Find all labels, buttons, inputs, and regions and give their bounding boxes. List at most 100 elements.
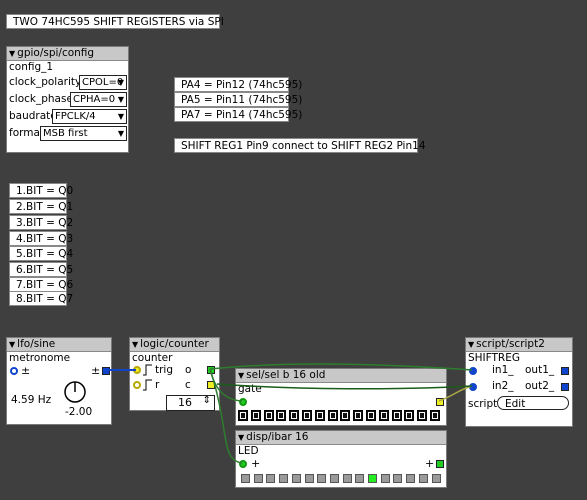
clock-phase-select[interactable]: CPHA=0 ▼ [70, 92, 127, 107]
sel-cell[interactable] [430, 410, 440, 421]
collapse-triangle-icon[interactable]: ▼ [132, 340, 138, 349]
out1-outlet[interactable] [561, 367, 569, 375]
in1-inlet[interactable] [469, 367, 477, 375]
led-cell [304, 474, 314, 483]
count-outlet[interactable] [207, 366, 215, 374]
collapse-triangle-icon[interactable]: ▼ [9, 49, 15, 58]
object-header[interactable]: ▼ logic/counter [130, 338, 219, 352]
max-count-spinbox[interactable]: 16 ⇕ [166, 395, 215, 411]
object-type-label: gpio/spi/config [17, 47, 95, 59]
wave-outlet[interactable] [102, 367, 110, 375]
spin-arrows-icon[interactable]: ⇕ [203, 395, 211, 406]
outlet-label: out2_ [525, 380, 555, 392]
led-cell [368, 474, 377, 483]
sel-cell[interactable] [378, 410, 389, 421]
outlet-label: out1_ [525, 364, 555, 376]
pitch-inlet[interactable] [10, 367, 18, 375]
object-type-label: disp/ibar 16 [246, 431, 309, 443]
led-cell [380, 474, 390, 483]
spinbox-value: 16 [178, 396, 192, 409]
sel-cell[interactable] [289, 410, 300, 421]
led-cell [342, 474, 352, 483]
spi-config-object[interactable]: ▼ gpio/spi/config config_1 clock_polarity… [6, 46, 129, 153]
sel-cell[interactable] [366, 410, 376, 421]
led-cell [266, 474, 276, 483]
collapse-triangle-icon[interactable]: ▼ [9, 340, 15, 349]
instance-name[interactable]: gate [236, 383, 446, 396]
sel-cell[interactable] [238, 410, 248, 421]
bit-note: 7.BIT = Q6 [9, 277, 73, 292]
trigger-edge-icon [143, 364, 152, 376]
disp-inlet[interactable] [239, 460, 247, 468]
sel-cell[interactable] [327, 410, 338, 421]
patch-title: TWO 74HC595 SHIFT REGISTERS via SPI [6, 14, 224, 29]
sel-cell[interactable] [417, 410, 428, 421]
logic-counter-object[interactable]: ▼ logic/counter counter trig r o c 16 ⇕ [129, 337, 220, 411]
object-header[interactable]: ▼ lfo/sine [7, 338, 111, 352]
sel-inlet[interactable] [239, 398, 247, 406]
led-cell [418, 474, 428, 483]
bit-note: 4.BIT = Q3 [9, 231, 73, 246]
trig-inlet[interactable] [133, 366, 141, 374]
sel-cell[interactable] [250, 410, 261, 421]
object-header[interactable]: ▼ disp/ibar 16 [236, 431, 446, 445]
bit-note: 6.BIT = Q5 [9, 262, 73, 277]
clock-polarity-select[interactable]: CPOL=0 ▼ [79, 75, 127, 90]
sel-cell[interactable] [353, 410, 364, 421]
dropdown-arrow-icon: ▼ [117, 112, 124, 121]
sel-cell[interactable] [404, 410, 415, 421]
object-header[interactable]: ▼ sel/sel b 16 old [236, 369, 446, 383]
select-value: CPHA=0 [73, 94, 116, 105]
collapse-triangle-icon[interactable]: ▼ [468, 340, 474, 349]
out2-outlet[interactable] [561, 383, 569, 391]
pitch-knob[interactable] [62, 379, 88, 405]
in2-inlet[interactable] [469, 383, 477, 391]
edit-script-button[interactable]: Edit [497, 396, 569, 410]
outlet-symbol: ± [91, 364, 101, 377]
format-select[interactable]: MSB first ▼ [40, 126, 127, 141]
dropdown-arrow-icon: ▼ [117, 78, 124, 87]
lfo-sine-object[interactable]: ▼ lfo/sine metronome ± ± 4.59 Hz -2.00 [6, 337, 112, 425]
outlet-label: o [185, 364, 192, 376]
dropdown-arrow-icon: ▼ [117, 95, 124, 104]
carry-outlet[interactable] [207, 381, 215, 389]
sel-cell[interactable] [302, 410, 312, 421]
led-cell [241, 474, 250, 483]
object-header[interactable]: ▼ gpio/spi/config [7, 47, 128, 61]
sel-cell[interactable] [340, 410, 351, 421]
inlet-label: in2_ [492, 380, 514, 392]
dropdown-arrow-icon: ▼ [117, 129, 124, 138]
sel-b16-object[interactable]: ▼ sel/sel b 16 old gate [235, 368, 447, 426]
object-header[interactable]: ▼ script/script2 [466, 338, 572, 352]
disp-ibar-object[interactable]: ▼ disp/ibar 16 LED + + [235, 430, 447, 488]
script2-object[interactable]: ▼ script/script2 SHIFTREG in1_ out1_ in2_… [465, 337, 573, 427]
param-label: baudrate [9, 110, 57, 122]
instance-name[interactable]: SHIFTREG [466, 352, 572, 365]
led-cell [291, 474, 301, 483]
inlet-symbol: ± [21, 364, 31, 377]
sel-cell[interactable] [263, 410, 274, 421]
inlet-symbol: + [251, 457, 261, 470]
reset-inlet[interactable] [133, 381, 141, 389]
disp-outlet[interactable] [436, 460, 444, 468]
collapse-triangle-icon[interactable]: ▼ [238, 433, 244, 442]
collapse-triangle-icon[interactable]: ▼ [238, 371, 244, 380]
instance-name[interactable]: LED [236, 445, 446, 458]
baudrate-select[interactable]: FPCLK/4 ▼ [52, 109, 127, 124]
led-cell [329, 474, 339, 483]
led-cell [355, 474, 365, 483]
pin-note-pa7: PA7 = Pin14 (74hc595) [174, 107, 302, 122]
led-cell [253, 474, 263, 483]
inlet-label: in1_ [492, 364, 514, 376]
instance-name[interactable]: config_1 [7, 61, 128, 74]
sel-cell[interactable] [391, 410, 402, 421]
led-cell [406, 474, 416, 483]
bit-note: 8.BIT = Q7 [9, 291, 73, 306]
param-label: clock_polarity [9, 76, 82, 88]
sel-outlet[interactable] [436, 398, 444, 406]
sel-cell[interactable] [314, 410, 325, 421]
sel-cell[interactable] [276, 410, 287, 421]
trigger-edge-icon [143, 379, 152, 391]
object-type-label: lfo/sine [17, 338, 56, 350]
inlet-label: r [155, 379, 160, 391]
